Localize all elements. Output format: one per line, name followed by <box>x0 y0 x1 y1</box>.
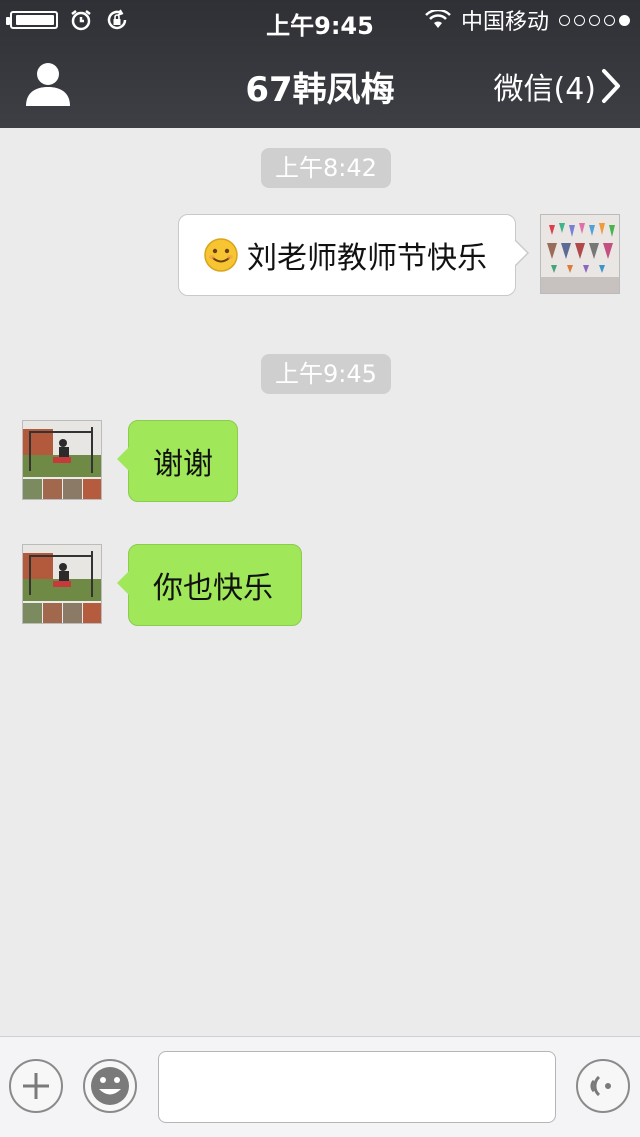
timestamp: 上午9:45 <box>261 354 391 394</box>
message-bubble-outgoing[interactable]: 刘老师教师节快乐 <box>178 214 529 296</box>
add-button[interactable] <box>9 1059 63 1113</box>
voice-button[interactable] <box>576 1059 630 1113</box>
message-bubble-incoming[interactable]: 你也快乐 <box>117 544 302 626</box>
avatar-contact[interactable] <box>22 544 102 624</box>
status-right: 中国移动 <box>425 6 630 35</box>
emoji-icon <box>91 1067 129 1105</box>
message-text: 刘老师教师节快乐 <box>247 241 487 276</box>
chevron-right-icon <box>602 69 620 103</box>
signal-strength-icon <box>559 14 630 26</box>
nav-bar: 67韩凤梅 微信(4) <box>0 40 640 128</box>
input-bar <box>0 1036 640 1137</box>
timestamp: 上午8:42 <box>261 148 391 188</box>
back-label: 微信(4) <box>493 72 597 107</box>
wifi-icon <box>425 7 451 33</box>
message-input[interactable] <box>158 1051 556 1123</box>
carrier-name: 中国移动 <box>460 10 549 35</box>
emoji-button[interactable] <box>83 1059 137 1113</box>
message-bubble-incoming[interactable]: 谢谢 <box>117 420 238 502</box>
plus-icon <box>23 1073 49 1099</box>
header: 上午9:45 中国移动 67韩凤梅 微信(4) <box>0 0 640 128</box>
avatar-contact[interactable] <box>22 420 102 500</box>
voice-icon <box>590 1075 611 1097</box>
chat-area[interactable]: 上午8:42 刘老师教师节快乐 上午9:45 谢谢 你也快乐 <box>0 128 640 1036</box>
message-text: 谢谢 <box>153 447 213 482</box>
avatar-self[interactable] <box>540 214 620 294</box>
status-bar: 上午9:45 中国移动 <box>0 0 640 40</box>
smiley-emoji-icon <box>204 238 238 272</box>
back-button[interactable]: 微信(4) <box>494 64 623 108</box>
message-text: 你也快乐 <box>153 571 273 606</box>
